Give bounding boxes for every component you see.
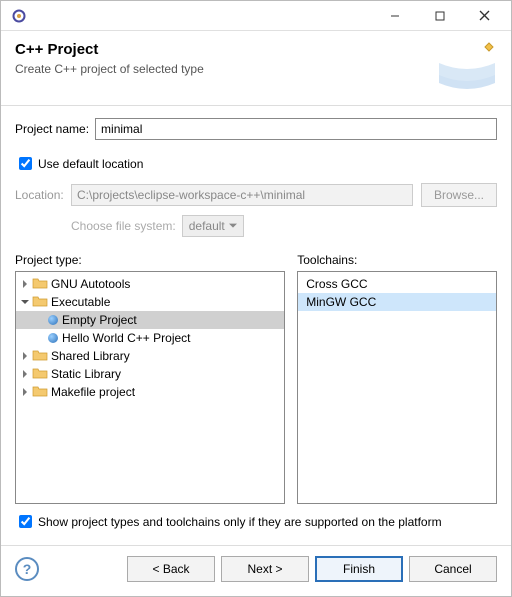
tree-item-label: Hello World C++ Project [62,331,191,345]
folder-icon [32,367,48,381]
template-icon [48,315,58,325]
project-name-label: Project name: [15,122,89,136]
back-button[interactable]: < Back [127,556,215,582]
tree-item-label: Executable [51,295,110,309]
tree-item-label: Empty Project [62,313,137,327]
toolchain-label: MinGW GCC [306,295,376,309]
filesystem-label: Choose file system: [71,219,176,233]
tree-item-executable[interactable]: Executable [16,293,284,311]
tree-item-makefile-project[interactable]: Makefile project [16,383,284,401]
filesystem-combo: default [182,215,244,237]
project-type-label: Project type: [15,253,285,267]
app-icon [11,8,27,24]
show-supported-checkbox[interactable] [19,515,32,528]
use-default-location-checkbox[interactable] [19,157,32,170]
use-default-location-label: Use default location [38,157,143,171]
folder-icon [32,277,48,291]
help-button[interactable]: ? [15,557,39,581]
wizard-title: C++ Project [15,41,437,58]
close-button[interactable] [462,2,507,30]
tree-item-label: GNU Autotools [51,277,130,291]
location-input [71,184,413,206]
project-name-input[interactable] [95,118,497,140]
chevron-right-icon[interactable] [18,367,32,381]
toolchains-label: Toolchains: [297,253,497,267]
titlebar [1,1,511,31]
tree-item-shared-library[interactable]: Shared Library [16,347,284,365]
tree-item-empty-project[interactable]: Empty Project [16,311,284,329]
project-type-tree[interactable]: GNU Autotools Executable Empty Project [15,271,285,504]
wizard-subtitle: Create C++ project of selected type [15,62,437,76]
cancel-button[interactable]: Cancel [409,556,497,582]
tree-item-static-library[interactable]: Static Library [16,365,284,383]
tree-item-label: Shared Library [51,349,130,363]
chevron-right-icon[interactable] [18,277,32,291]
minimize-button[interactable] [372,2,417,30]
show-supported-label: Show project types and toolchains only i… [38,515,442,529]
chevron-right-icon[interactable] [18,385,32,399]
toolchain-item-mingw-gcc[interactable]: MinGW GCC [298,293,496,311]
folder-icon [32,295,48,309]
filesystem-value: default [189,219,225,233]
location-label: Location: [15,188,71,202]
wizard-header: C++ Project Create C++ project of select… [1,31,511,106]
tree-item-hello-world[interactable]: Hello World C++ Project [16,329,284,347]
toolchain-label: Cross GCC [306,277,367,291]
wizard-banner-icon [437,41,497,91]
wizard-content: Project name: Use default location Locat… [1,106,511,541]
next-button[interactable]: Next > [221,556,309,582]
finish-button[interactable]: Finish [315,556,403,582]
toolchains-list[interactable]: Cross GCC MinGW GCC [297,271,497,504]
chevron-right-icon[interactable] [18,349,32,363]
chevron-down-icon[interactable] [18,295,32,309]
button-bar: ? < Back Next > Finish Cancel [1,546,511,596]
dialog-window: C++ Project Create C++ project of select… [0,0,512,597]
toolchain-item-cross-gcc[interactable]: Cross GCC [298,275,496,293]
tree-item-gnu-autotools[interactable]: GNU Autotools [16,275,284,293]
help-icon: ? [23,561,32,577]
template-icon [48,333,58,343]
tree-item-label: Makefile project [51,385,135,399]
browse-button: Browse... [421,183,497,207]
tree-item-label: Static Library [51,367,121,381]
folder-icon [32,385,48,399]
folder-icon [32,349,48,363]
maximize-button[interactable] [417,2,462,30]
